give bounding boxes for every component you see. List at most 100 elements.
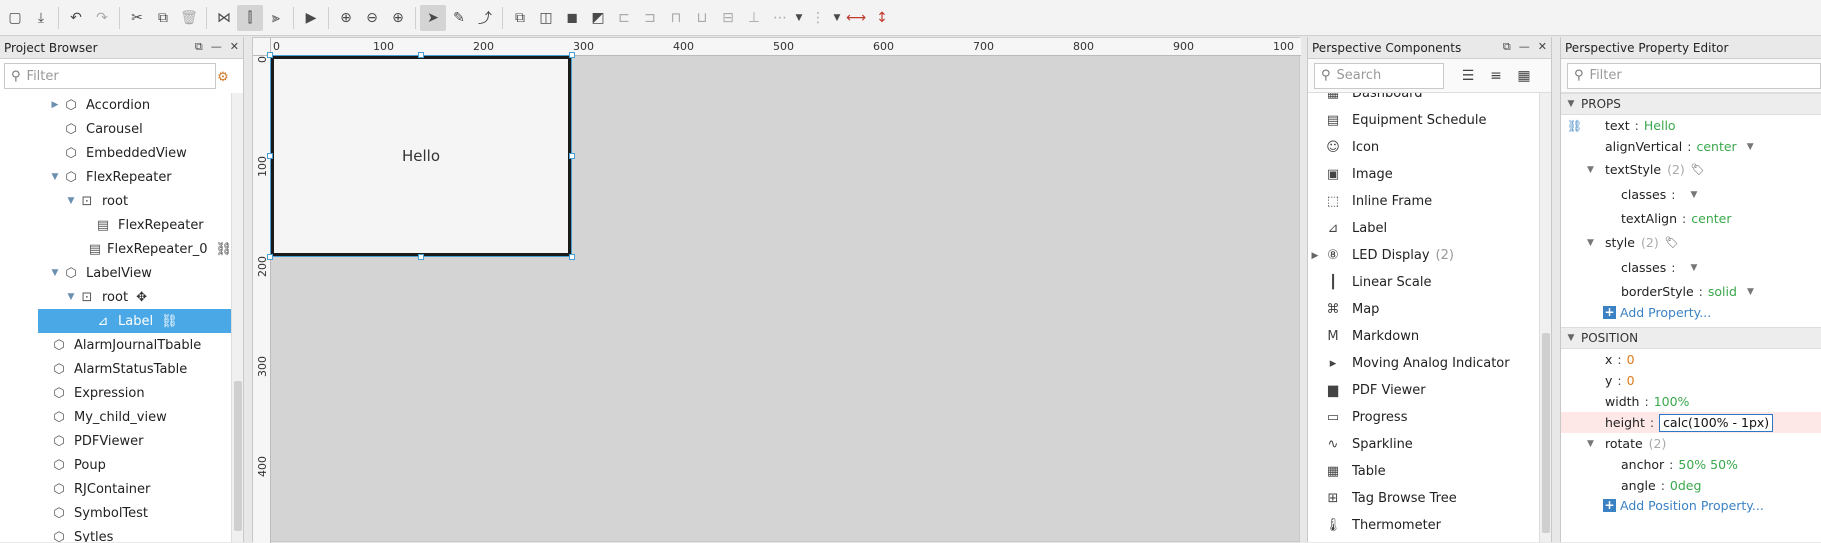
equal-height-icon[interactable]: ↕ [869, 5, 895, 31]
component-item[interactable]: ∿ Sparkline [1308, 431, 1541, 458]
style-tag-icon[interactable]: 🏷 [1691, 163, 1705, 176]
scrollbar-thumb[interactable] [1542, 333, 1550, 533]
save-icon[interactable]: ▢ [2, 5, 28, 31]
prop-row-style-classes[interactable]: classes: ▼ [1561, 255, 1821, 280]
tree-item[interactable]: ⬡ EmbeddedView [0, 141, 232, 165]
tree-item[interactable]: ▼ ⬡ LabelView [0, 261, 232, 285]
prop-row-textstyle-classes[interactable]: classes: ▼ [1561, 182, 1821, 207]
chevron-down-icon[interactable]: ▼ [64, 196, 78, 206]
tree-item[interactable]: ⬡ AlarmStatusTable [0, 357, 232, 381]
reshape-tool-icon[interactable]: ⤴ [472, 5, 498, 31]
component-item[interactable]: ▤ Equipment Schedule [1308, 107, 1541, 134]
height-edit-input[interactable]: calc(100% - 1px) [1659, 413, 1774, 432]
add-position-property-row[interactable]: + Add Position Property... [1561, 496, 1821, 514]
prop-row-textalign[interactable]: textAlign: center [1561, 207, 1821, 230]
minimize-icon[interactable]: — [211, 40, 222, 54]
component-item[interactable]: ⬚ Inline Frame [1308, 188, 1541, 215]
undo-icon[interactable]: ↶ [63, 5, 89, 31]
path-tool-icon[interactable]: ✎ [446, 5, 472, 31]
position-row-anchor[interactable]: anchor: 50% 50% [1561, 454, 1821, 475]
align-top-icon[interactable]: ⊔ [689, 5, 715, 31]
chevron-down-icon[interactable]: ▼ [1587, 439, 1594, 449]
add-position-property-link[interactable]: Add Position Property... [1620, 498, 1764, 513]
chevron-down-icon[interactable]: ▼ [48, 172, 62, 182]
group-icon[interactable]: ⧉ [507, 5, 533, 31]
position-row-x[interactable]: x: 0 [1561, 349, 1821, 370]
chevron-down-icon[interactable]: ▼ [1690, 190, 1697, 200]
tree-item[interactable]: ⬡ AlarmJournalTbable [0, 333, 232, 357]
chevron-down-icon[interactable]: ▼ [1587, 165, 1594, 175]
component-item[interactable]: ⊞ Tag Browse Tree [1308, 485, 1541, 512]
component-item[interactable]: ▣ Image [1308, 161, 1541, 188]
send-back-icon[interactable]: ◩ [585, 5, 611, 31]
tree-item[interactable]: ⬡ PDFViewer [0, 429, 232, 453]
project-filter-input[interactable]: ⚲ Filter [4, 63, 216, 89]
zoom-fit-icon[interactable]: ⊕ [333, 5, 359, 31]
prop-row-textstyle[interactable]: ▼ textStyle (2) 🏷 [1561, 157, 1821, 182]
prop-row-text[interactable]: ⛓ text: Hello [1561, 115, 1821, 136]
align-bottom-icon[interactable]: ⊥ [741, 5, 767, 31]
tree-item[interactable]: ▤ FlexRepeater [0, 213, 232, 237]
resize-handle-e[interactable] [569, 153, 575, 159]
prop-row-borderstyle[interactable]: borderStyle: solid ▼ [1561, 280, 1821, 303]
list-view-icon[interactable]: ≡ [1482, 68, 1510, 84]
prop-value[interactable]: 0 [1627, 352, 1635, 367]
chevron-down-icon[interactable]: ▼ [793, 5, 805, 31]
chevron-down-icon[interactable]: ▼ [1747, 287, 1754, 297]
component-item[interactable]: ┃ Linear Scale [1308, 269, 1541, 296]
align-center-icon[interactable]: ⊐ [637, 5, 663, 31]
chevron-down-icon[interactable]: ▼ [48, 268, 62, 278]
align-right-icon[interactable]: ⊓ [663, 5, 689, 31]
close-icon[interactable]: ✕ [230, 40, 239, 54]
grid-icon[interactable]: ⫸ [263, 5, 289, 31]
tree-item[interactable]: ▼ ⊡ root [0, 189, 232, 213]
delete-icon[interactable]: 🗑 [176, 5, 202, 31]
prop-value[interactable]: center [1696, 139, 1736, 154]
tree-item[interactable]: ▶ ⬡ Accordion [0, 93, 232, 117]
tree-item[interactable]: ⬡ Expression [0, 381, 232, 405]
chevron-down-icon[interactable]: ▼ [1690, 263, 1697, 273]
chevron-right-icon[interactable]: ▶ [48, 100, 62, 110]
tree-item[interactable]: ▼ ⬡ FlexRepeater [0, 165, 232, 189]
tree-item[interactable]: ⬡ RJContainer [0, 477, 232, 501]
filter-options-icon[interactable]: ⚙ [213, 65, 233, 89]
tree-item[interactable]: ⬡ SymbolTest [0, 501, 232, 525]
prop-value[interactable]: 100% [1654, 394, 1690, 409]
add-property-row[interactable]: + Add Property... [1561, 303, 1821, 321]
cut-icon[interactable]: ✂ [124, 5, 150, 31]
prop-value[interactable]: 0 [1627, 373, 1635, 388]
chevron-down-icon[interactable]: ▼ [1561, 333, 1581, 343]
bring-front-icon[interactable]: ◼ [559, 5, 585, 31]
equal-width-icon[interactable]: ⟷ [843, 5, 869, 31]
scrollbar-thumb[interactable] [234, 381, 242, 531]
tree-item[interactable]: ⬡ Carousel [0, 117, 232, 141]
components-scrollbar[interactable] [1539, 93, 1551, 542]
copy-icon[interactable]: ⧉ [150, 5, 176, 31]
component-item[interactable]: M Markdown [1308, 323, 1541, 350]
tree-item[interactable]: ⊿ Label ⛓ [38, 309, 232, 333]
tree-item[interactable]: ⬡ Poup [0, 453, 232, 477]
component-item[interactable]: ▸ Moving Analog Indicator [1308, 350, 1541, 377]
align-middle-icon[interactable]: ⊟ [715, 5, 741, 31]
project-tree-scrollbar[interactable] [231, 93, 243, 542]
prop-value[interactable]: 50% 50% [1678, 457, 1738, 472]
component-item[interactable]: ▦ Dashboard [1308, 93, 1541, 107]
plus-icon[interactable]: + [1603, 305, 1616, 319]
chevron-down-icon[interactable]: ▼ [831, 5, 843, 31]
resize-handle-w[interactable] [267, 153, 273, 159]
preview-play-icon[interactable]: ▶ [298, 5, 324, 31]
chevron-down-icon[interactable]: ▼ [64, 292, 78, 302]
zoom-out-icon[interactable]: ⊖ [359, 5, 385, 31]
align-left-icon[interactable]: ⊏ [611, 5, 637, 31]
close-icon[interactable]: ✕ [1538, 40, 1547, 54]
resize-handle-se[interactable] [569, 254, 575, 260]
chevron-right-icon[interactable]: ▶ [1308, 251, 1322, 261]
guides-icon[interactable]: ⫿ [237, 4, 263, 31]
tree-item[interactable]: ⬡ My_child_view [0, 405, 232, 429]
chevron-down-icon[interactable]: ▼ [1587, 238, 1594, 248]
resize-handle-ne[interactable] [569, 52, 575, 58]
ungroup-icon[interactable]: ◫ [533, 5, 559, 31]
prop-value[interactable]: 0deg [1670, 478, 1702, 493]
tree-item[interactable]: ▤ FlexRepeater_0 ⛓ [0, 237, 232, 261]
float-panel-icon[interactable]: ⧉ [195, 40, 203, 54]
